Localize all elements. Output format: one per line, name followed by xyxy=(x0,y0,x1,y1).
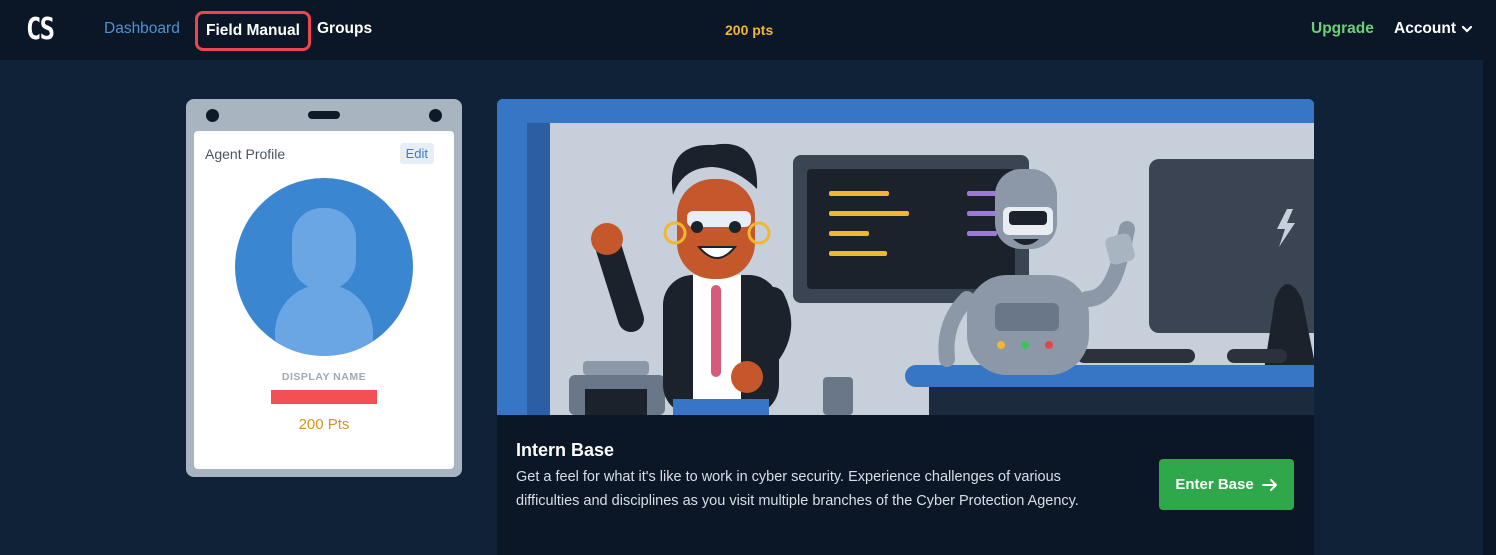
intern-base-illustration xyxy=(497,99,1314,415)
intern-base-card: Intern Base Get a feel for what it's lik… xyxy=(497,99,1314,555)
avatar-shoulders xyxy=(275,284,373,356)
chevron-down-icon xyxy=(1461,25,1473,33)
enter-base-label: Enter Base xyxy=(1175,476,1254,493)
badge-hole xyxy=(206,109,219,122)
agent-profile-card: Agent Profile Edit DISPLAY NAME 200 Pts xyxy=(186,99,462,477)
account-menu[interactable]: Account xyxy=(1394,20,1473,38)
display-name-label: DISPLAY NAME xyxy=(281,371,367,383)
badge-hole xyxy=(429,109,442,122)
nav-field-manual-label: Field Manual xyxy=(206,22,300,39)
enter-base-button[interactable]: Enter Base xyxy=(1159,459,1294,510)
avatar xyxy=(235,178,413,356)
base-description: Get a feel for what it's like to work in… xyxy=(516,469,1079,509)
logo[interactable]: CS xyxy=(26,12,55,47)
nav-dashboard[interactable]: Dashboard xyxy=(104,20,180,38)
edit-profile-button[interactable]: Edit xyxy=(399,143,434,164)
account-label: Account xyxy=(1394,20,1456,37)
top-nav: CS Dashboard Field Manual Groups 200 pts… xyxy=(0,0,1496,60)
arrow-right-icon xyxy=(1261,478,1277,491)
avatar-head xyxy=(292,208,356,290)
profile-points: 200 Pts xyxy=(298,416,350,433)
base-title: Intern Base xyxy=(516,440,615,460)
scrollbar-track[interactable] xyxy=(1483,60,1496,555)
display-name-redacted xyxy=(271,390,377,404)
badge-slot xyxy=(308,111,340,119)
nav-groups[interactable]: Groups xyxy=(317,20,372,38)
points-counter: 200 pts xyxy=(725,22,774,38)
nav-field-manual[interactable]: Field Manual xyxy=(195,11,311,51)
agent-profile-title: Agent Profile xyxy=(205,146,286,162)
agent-profile-inner: Agent Profile Edit DISPLAY NAME 200 Pts xyxy=(194,131,454,469)
upgrade-link[interactable]: Upgrade xyxy=(1311,20,1374,38)
